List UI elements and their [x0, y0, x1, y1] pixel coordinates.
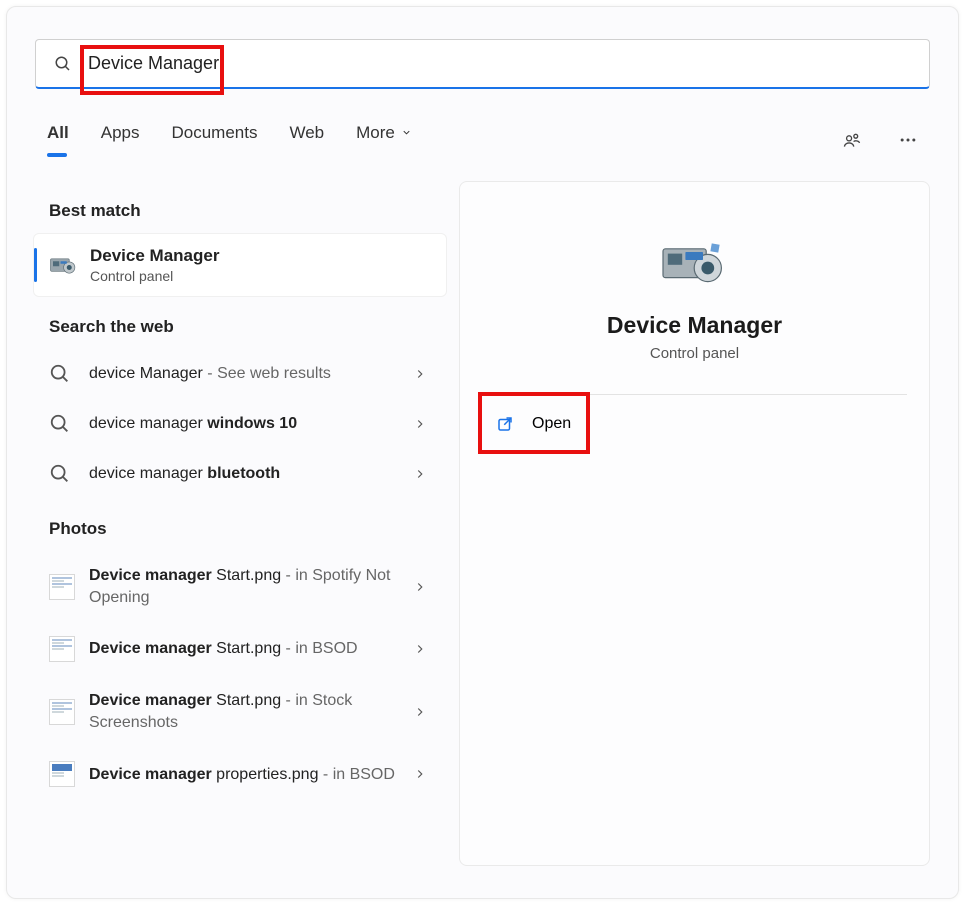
open-label: Open — [532, 415, 571, 433]
photo-result-text: Device manager Start.png - in Stock Scre… — [89, 690, 431, 733]
tab-label: More — [356, 123, 395, 143]
more-options-icon[interactable] — [898, 130, 918, 150]
photo-result-text: Device manager Start.png - in Spotify No… — [89, 565, 431, 608]
best-match-subtitle: Control panel — [90, 268, 219, 284]
web-result[interactable]: device manager bluetooth — [31, 449, 449, 499]
chevron-right-icon — [413, 642, 427, 656]
photo-result[interactable]: Device manager Start.png - in Stock Scre… — [31, 676, 449, 747]
search-icon — [49, 363, 71, 385]
device-manager-icon — [48, 250, 78, 280]
chevron-right-icon — [413, 417, 427, 431]
preview-pane: Device Manager Control panel Open — [459, 181, 930, 866]
people-icon[interactable] — [842, 130, 862, 150]
open-external-icon — [496, 415, 514, 433]
web-result-text: device manager bluetooth — [89, 463, 431, 485]
photo-result[interactable]: Device manager Start.png - in BSOD — [31, 622, 449, 676]
image-thumbnail-icon — [49, 574, 75, 600]
search-icon — [49, 463, 71, 485]
preview-title: Device Manager — [607, 312, 782, 339]
search-bar[interactable] — [35, 39, 930, 89]
filter-tabs: All Apps Documents Web More — [47, 123, 930, 157]
chevron-right-icon — [413, 705, 427, 719]
results-pane: Best match Device Manager Control panel … — [31, 181, 449, 878]
image-thumbnail-icon — [49, 699, 75, 725]
tab-label: Apps — [101, 123, 140, 143]
photo-result-text: Device manager properties.png - in BSOD — [89, 764, 431, 786]
web-result-text: device manager windows 10 — [89, 413, 431, 435]
photo-result[interactable]: Device manager Start.png - in Spotify No… — [31, 551, 449, 622]
search-icon — [54, 55, 72, 73]
photo-result-text: Device manager Start.png - in BSOD — [89, 638, 431, 660]
preview-header: Device Manager Control panel — [460, 182, 929, 362]
chevron-right-icon — [413, 580, 427, 594]
web-result[interactable]: device Manager - See web results — [31, 349, 449, 399]
best-match-title: Device Manager — [90, 246, 219, 266]
tab-all[interactable]: All — [47, 123, 69, 157]
device-manager-icon — [656, 228, 734, 292]
search-window: All Apps Documents Web More Best match D… — [6, 6, 959, 899]
web-header: Search the web — [31, 297, 449, 349]
best-match-header: Best match — [31, 181, 449, 233]
preview-subtitle: Control panel — [650, 345, 739, 362]
best-match-text: Device Manager Control panel — [90, 246, 219, 284]
tab-web[interactable]: Web — [289, 123, 324, 157]
chevron-right-icon — [413, 767, 427, 781]
tab-more[interactable]: More — [356, 123, 412, 157]
web-result[interactable]: device manager windows 10 — [31, 399, 449, 449]
best-match-result[interactable]: Device Manager Control panel — [33, 233, 447, 297]
search-input[interactable] — [88, 53, 911, 74]
tab-apps[interactable]: Apps — [101, 123, 140, 157]
image-thumbnail-icon — [49, 761, 75, 787]
tab-documents[interactable]: Documents — [171, 123, 257, 157]
chevron-right-icon — [413, 467, 427, 481]
image-thumbnail-icon — [49, 636, 75, 662]
web-result-text: device Manager - See web results — [89, 363, 431, 385]
photo-result[interactable]: Device manager properties.png - in BSOD — [31, 747, 449, 801]
tab-label: Web — [289, 123, 324, 143]
chevron-down-icon — [401, 123, 412, 143]
tab-label: All — [47, 123, 69, 143]
photos-header: Photos — [31, 499, 449, 551]
open-button[interactable]: Open — [460, 395, 929, 453]
search-icon — [49, 413, 71, 435]
tab-label: Documents — [171, 123, 257, 143]
chevron-right-icon — [413, 367, 427, 381]
